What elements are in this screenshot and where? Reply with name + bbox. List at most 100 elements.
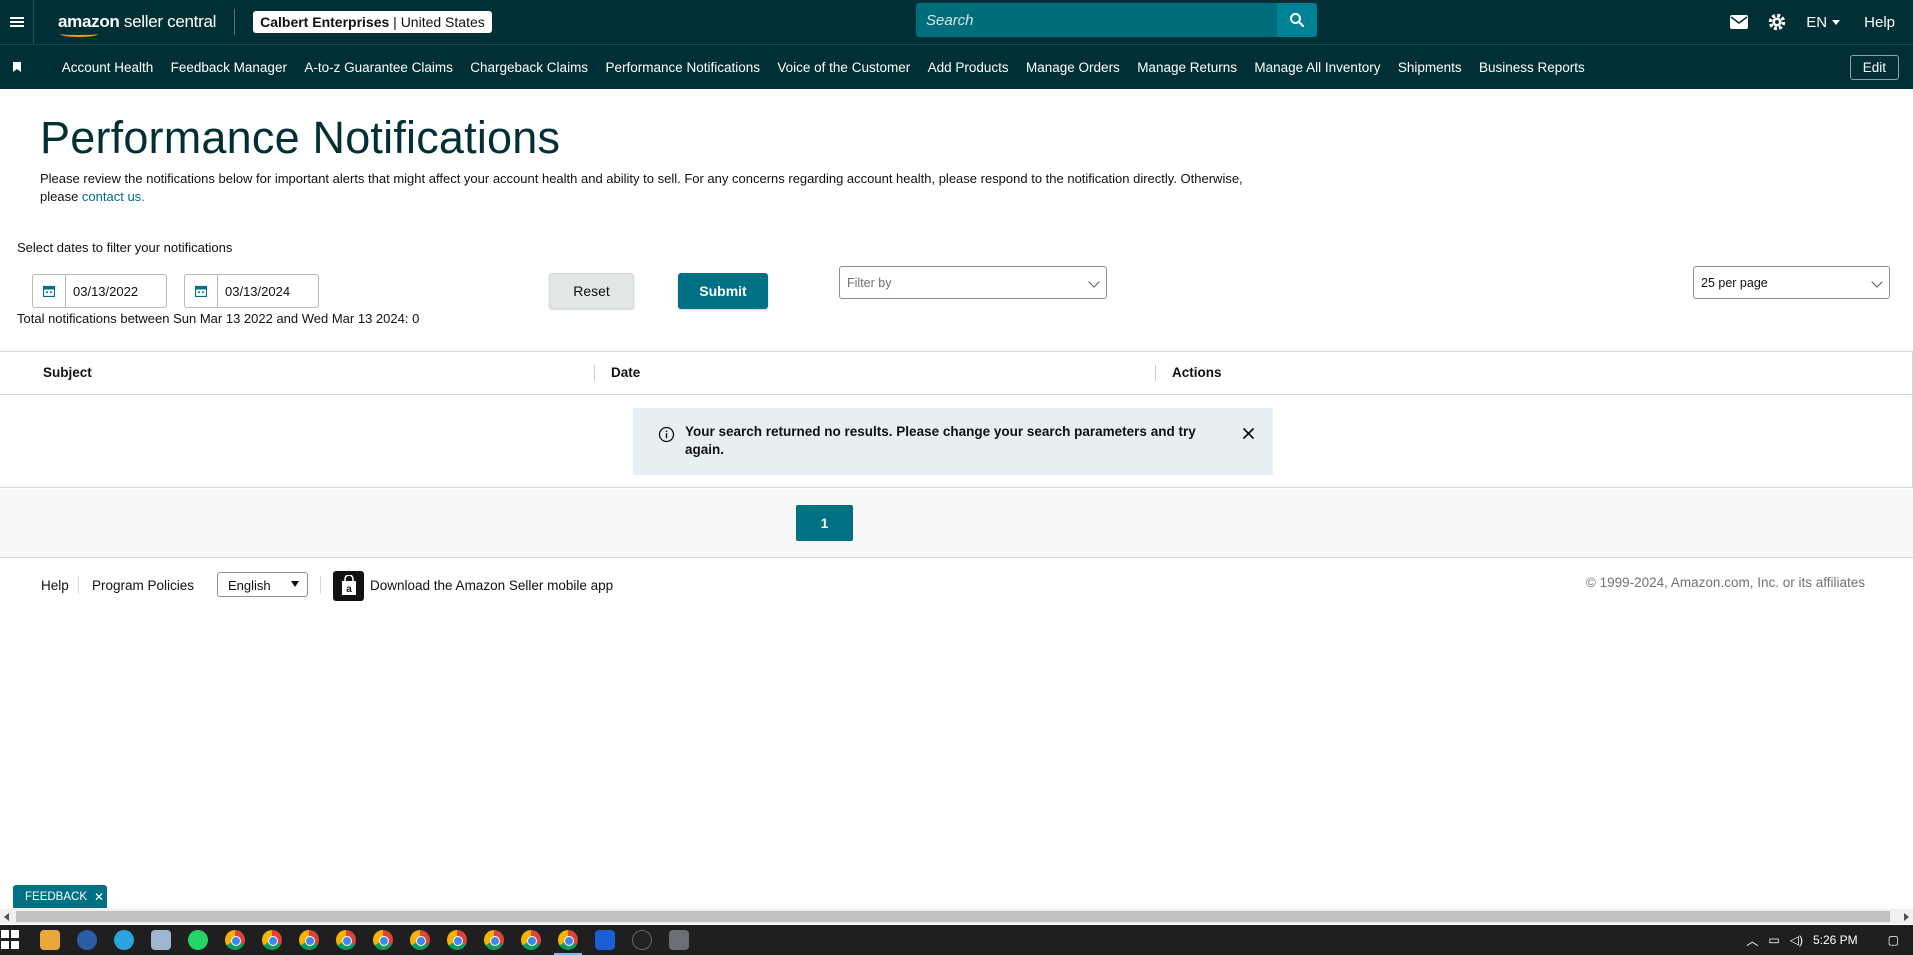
telegram-icon[interactable]	[114, 930, 134, 950]
submit-button[interactable]: Submit	[678, 273, 768, 309]
footer-language-select[interactable]: English	[217, 572, 308, 597]
page-button-current[interactable]: 1	[796, 505, 853, 541]
program-policies-link[interactable]: Program Policies	[92, 578, 194, 593]
caret-down-icon	[291, 581, 299, 587]
filter-by-select[interactable]: Filter by	[839, 266, 1107, 299]
messages-button[interactable]	[1730, 15, 1749, 29]
top-right-tools: EN Help	[1730, 0, 1913, 44]
mail-icon	[1730, 15, 1749, 29]
close-icon[interactable]	[1242, 427, 1255, 440]
no-results-alert: Your search returned no results. Please …	[633, 408, 1273, 475]
search-input[interactable]: Search	[916, 3, 1277, 37]
calendar-icon[interactable]	[33, 275, 66, 307]
total-notifications-text: Total notifications between Sun Mar 13 2…	[17, 311, 420, 326]
page-intro: Please review the notifications below fo…	[40, 171, 1243, 204]
download-app-link[interactable]: Download the Amazon Seller mobile app	[370, 578, 613, 593]
chrome-icon[interactable]	[447, 930, 467, 950]
edit-nav-button[interactable]: Edit	[1849, 55, 1899, 80]
store-name: Calbert Enterprises	[260, 14, 390, 30]
column-divider	[1155, 365, 1156, 381]
app-icon[interactable]	[632, 930, 652, 950]
windows-taskbar: ︿ ▭ ◁) 5:26 PM ▢	[0, 925, 1913, 955]
help-link[interactable]: Help	[1864, 14, 1895, 31]
volume-icon[interactable]: ◁)	[1790, 933, 1803, 947]
nav-item-add-products[interactable]: Add Products	[919, 60, 1017, 75]
table-body: Your search returned no results. Please …	[0, 395, 1913, 488]
per-page-select[interactable]: 25 per page	[1693, 266, 1890, 299]
pagination-bar: 1	[0, 489, 1913, 558]
nav-item-a-to-z-claims[interactable]: A-to-z Guarantee Claims	[296, 60, 462, 75]
chrome-icon[interactable]	[336, 930, 356, 950]
chrome-icon[interactable]	[225, 930, 245, 950]
nav-item-business-reports[interactable]: Business Reports	[1470, 60, 1593, 75]
start-date-field[interactable]: 03/13/2022	[32, 274, 167, 308]
store-switcher[interactable]: Calbert Enterprises | United States	[253, 11, 492, 33]
network-icon[interactable]: ▭	[1768, 933, 1779, 947]
divider	[320, 576, 321, 594]
amazon-smile-icon	[60, 31, 98, 37]
whatsapp-icon[interactable]	[188, 930, 208, 950]
zoom-icon[interactable]	[77, 930, 97, 950]
calculator-icon[interactable]	[669, 930, 689, 950]
chevron-down-icon	[1088, 276, 1100, 288]
chrome-icon[interactable]	[373, 930, 393, 950]
chrome-icon[interactable]	[521, 930, 541, 950]
gear-icon	[1769, 13, 1786, 31]
nav-item-voice-of-customer[interactable]: Voice of the Customer	[769, 60, 919, 75]
horizontal-scrollbar[interactable]	[0, 909, 1913, 924]
svg-text:a: a	[346, 584, 352, 595]
table-header: Subject Date Actions	[0, 351, 1913, 395]
page-title: Performance Notifications	[40, 112, 561, 163]
amazon-app-icon[interactable]: a	[333, 571, 364, 601]
chrome-icon[interactable]	[262, 930, 282, 950]
nav-item-manage-orders[interactable]: Manage Orders	[1017, 60, 1128, 75]
top-bar: amazon seller central Calbert Enterprise…	[0, 0, 1913, 44]
scroll-left-icon[interactable]	[4, 913, 9, 921]
caret-down-icon	[1832, 19, 1841, 25]
notifications-icon[interactable]: ▢	[1888, 933, 1899, 947]
nav-item-shipments[interactable]: Shipments	[1389, 60, 1470, 75]
nav-item-account-health[interactable]: Account Health	[53, 60, 162, 75]
nav-item-chargeback-claims[interactable]: Chargeback Claims	[462, 60, 597, 75]
search-bar: Search	[916, 3, 1317, 37]
start-date-input[interactable]: 03/13/2022	[66, 275, 166, 307]
settings-button[interactable]	[1768, 13, 1786, 31]
chrome-icon[interactable]	[299, 930, 319, 950]
app-r-icon[interactable]	[595, 930, 615, 950]
file-explorer-icon[interactable]	[40, 930, 60, 950]
nav-item-manage-inventory[interactable]: Manage All Inventory	[1246, 60, 1389, 75]
reset-button[interactable]: Reset	[549, 273, 634, 309]
calendar-icon[interactable]	[185, 275, 218, 307]
nav-items: Account Health Feedback Manager A-to-z G…	[53, 60, 1594, 75]
copyright: © 1999-2024, Amazon.com, Inc. or its aff…	[1585, 575, 1865, 590]
chrome-icon[interactable]	[484, 930, 504, 950]
column-header-date: Date	[611, 365, 641, 380]
windows-start-icon[interactable]	[1, 930, 21, 950]
clock[interactable]: 5:26 PM	[1813, 933, 1858, 947]
chrome-icon-active[interactable]	[558, 930, 578, 950]
tray-chevron-icon[interactable]: ︿	[1746, 932, 1758, 949]
search-icon	[1290, 13, 1305, 28]
nav-item-performance-notifications[interactable]: Performance Notifications	[597, 60, 769, 75]
seller-central-logo[interactable]: amazon seller central	[58, 12, 216, 37]
notepad-icon[interactable]	[151, 930, 171, 950]
scroll-right-icon[interactable]	[1904, 913, 1909, 921]
footer-help-link[interactable]: Help	[41, 578, 69, 593]
feedback-tab[interactable]: FEEDBACK ✕	[13, 885, 107, 908]
search-button[interactable]	[1277, 3, 1317, 37]
store-region: | United States	[389, 14, 485, 30]
close-icon[interactable]: ✕	[94, 890, 104, 904]
chrome-icon[interactable]	[410, 930, 430, 950]
end-date-field[interactable]: 03/13/2024	[184, 274, 319, 308]
language-selector[interactable]: EN	[1806, 14, 1841, 31]
system-tray: ︿ ▭ ◁) 5:26 PM ▢	[1746, 925, 1913, 955]
contact-us-link[interactable]: contact us.	[82, 189, 145, 204]
nav-item-manage-returns[interactable]: Manage Returns	[1129, 60, 1246, 75]
nav-item-feedback-manager[interactable]: Feedback Manager	[162, 60, 296, 75]
scrollbar-thumb[interactable]	[16, 911, 1890, 922]
menu-icon[interactable]	[0, 0, 34, 44]
column-divider	[594, 365, 595, 381]
bookmark-icon[interactable]	[13, 62, 21, 72]
end-date-input[interactable]: 03/13/2024	[218, 275, 318, 307]
column-header-subject: Subject	[43, 365, 92, 380]
